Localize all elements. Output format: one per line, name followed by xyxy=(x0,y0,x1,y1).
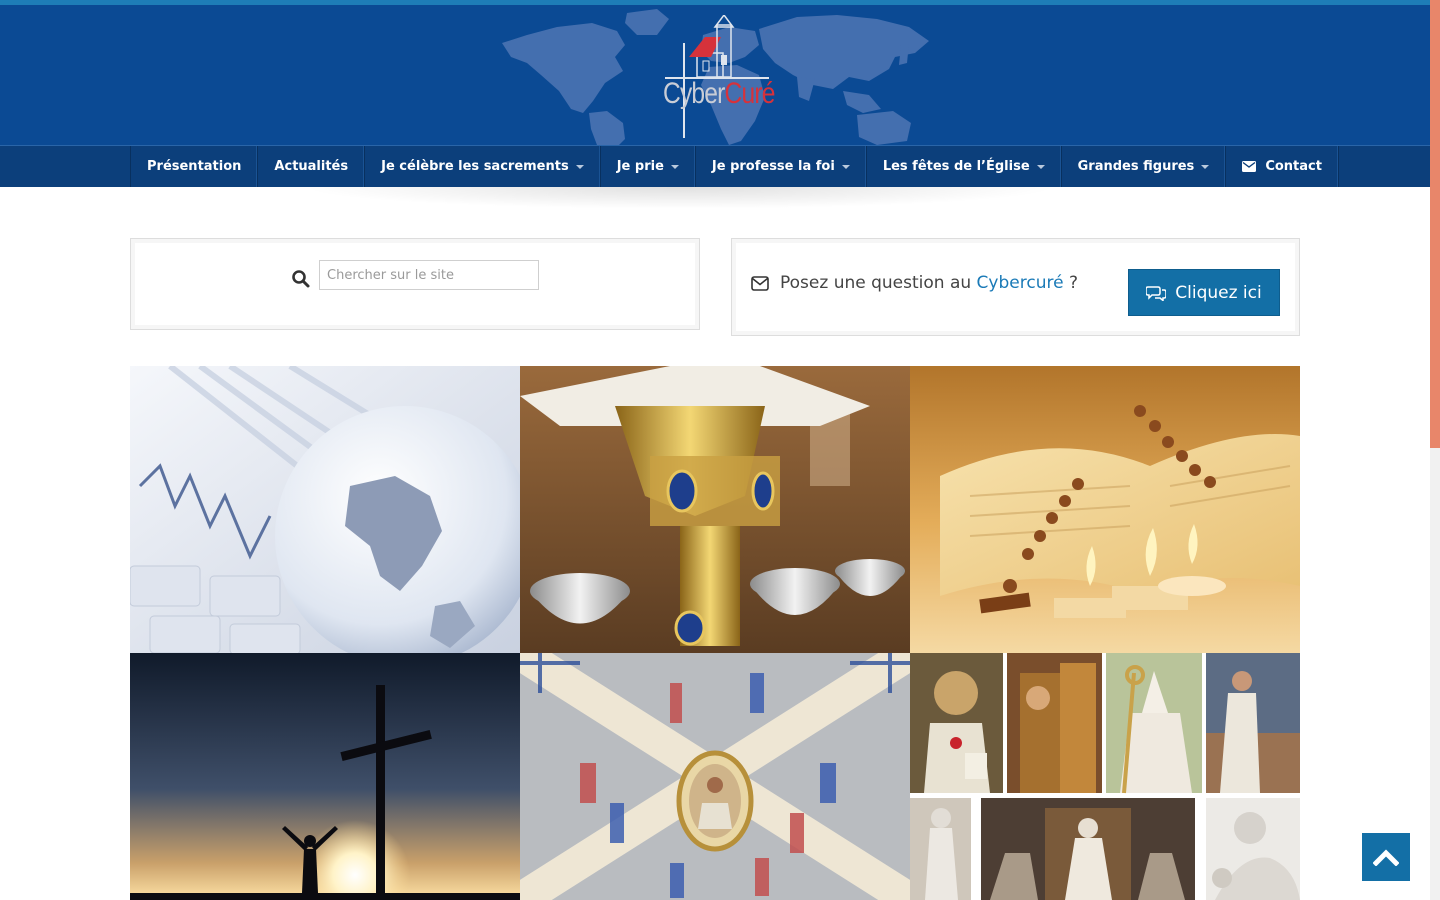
logo-word-cyber: Cyber xyxy=(663,77,725,110)
envelope-outline-icon xyxy=(751,276,769,291)
nav-item-label: Je célèbre les sacrements xyxy=(381,159,569,174)
scroll-to-top-button[interactable] xyxy=(1362,833,1410,881)
nav-item-label: Contact xyxy=(1265,159,1322,174)
caret-down-icon xyxy=(1201,165,1210,169)
search-icon[interactable] xyxy=(291,269,311,289)
envelope-icon xyxy=(1242,161,1257,172)
caret-down-icon xyxy=(575,165,584,169)
question-prompt: Posez une question au Cybercuré ? xyxy=(780,273,1078,293)
nav-item-label: Je prie xyxy=(616,159,664,174)
nav-item-label: Grandes figures xyxy=(1077,159,1195,174)
tile-foi[interactable] xyxy=(130,653,520,900)
chat-bubbles-icon xyxy=(1146,285,1167,301)
tile-fetes[interactable] xyxy=(520,653,910,900)
nav-item-foi[interactable]: Je professe la foi xyxy=(696,146,867,187)
nav-item-grandes-figures[interactable]: Grandes figures xyxy=(1062,146,1227,187)
site-header: CyberCuré xyxy=(0,5,1430,145)
nav-item-label: Présentation xyxy=(147,159,242,174)
globe-newspaper-image xyxy=(130,366,520,653)
tile-priere[interactable] xyxy=(910,366,1300,653)
nav-shadow xyxy=(300,187,1060,209)
nav-item-contact[interactable]: Contact xyxy=(1226,146,1339,187)
question-text: Posez une question au xyxy=(780,273,977,293)
bible-rosary-candles-image xyxy=(910,366,1300,653)
nav-item-label: Actualités xyxy=(274,159,349,174)
caret-down-icon xyxy=(1036,165,1045,169)
caret-down-icon xyxy=(841,165,850,169)
saints-collage-image xyxy=(910,653,1300,900)
tile-sacrements[interactable] xyxy=(520,366,910,653)
ask-question-widget: Posez une question au Cybercuré ? Clique… xyxy=(731,238,1300,336)
chalice-image xyxy=(520,366,910,653)
page: CyberCuré Présentation Actualités Je cél… xyxy=(0,0,1440,900)
tile-actualites[interactable] xyxy=(130,366,520,653)
search-widget xyxy=(130,238,700,330)
nav-item-je-prie[interactable]: Je prie xyxy=(601,146,696,187)
chevron-up-icon xyxy=(1373,849,1399,866)
main-navigation: Présentation Actualités Je célèbre les s… xyxy=(0,145,1430,187)
cybercure-link[interactable]: Cybercuré xyxy=(977,273,1064,293)
scrollbar-thumb[interactable] xyxy=(1430,0,1440,448)
nav-item-sacrements[interactable]: Je célèbre les sacrements xyxy=(365,146,601,187)
nav-item-fetes[interactable]: Les fêtes de l’Église xyxy=(867,146,1062,187)
fresco-ceiling-image xyxy=(520,653,910,900)
ask-question-button-label: Cliquez ici xyxy=(1175,282,1262,303)
question-mark: ? xyxy=(1063,273,1078,293)
tile-grandes-figures[interactable] xyxy=(910,653,1300,900)
nav-item-label: Je professe la foi xyxy=(711,159,835,174)
site-logo-text[interactable]: CyberCuré xyxy=(663,77,775,111)
ask-question-button[interactable]: Cliquez ici xyxy=(1128,269,1280,316)
search-input[interactable] xyxy=(319,260,539,290)
logo-word-cure: Curé xyxy=(724,77,776,110)
nav-item-label: Les fêtes de l’Église xyxy=(882,159,1030,174)
nav-item-actualites[interactable]: Actualités xyxy=(258,146,366,187)
nav-item-presentation[interactable]: Présentation xyxy=(131,146,259,187)
caret-down-icon xyxy=(670,165,679,169)
cross-sunset-image xyxy=(130,653,520,900)
